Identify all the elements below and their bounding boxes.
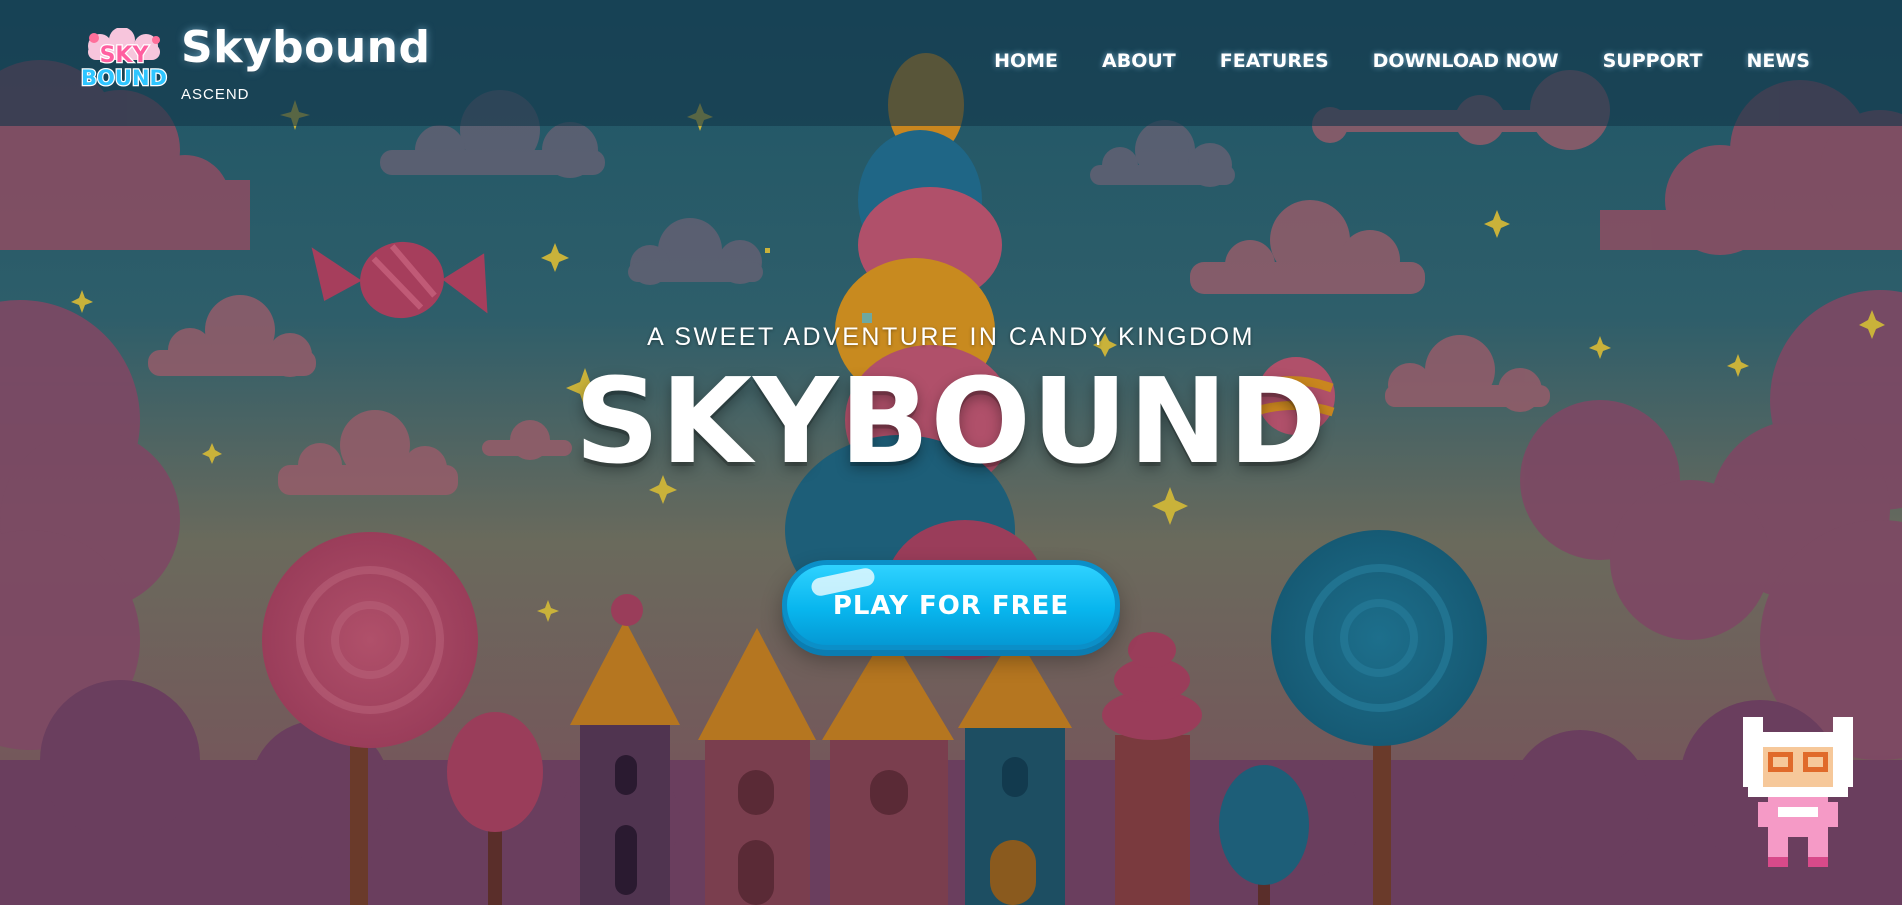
nav-item-about[interactable]: ABOUT [1102,52,1176,71]
nav-item-download-now[interactable]: DOWNLOAD NOW [1373,52,1559,71]
hero-subtitle: A SWEET ADVENTURE IN CANDY KINGDOM [647,323,1255,351]
pixel-astronaut-mascot-icon [1743,717,1853,867]
nav-item-home[interactable]: HOME [994,52,1058,71]
skybound-logo-icon[interactable]: SKY BOUND [78,28,172,96]
play-for-free-button[interactable]: PLAY FOR FREE [782,560,1120,650]
svg-text:BOUND: BOUND [81,66,167,90]
main-navigation: HOME ABOUT FEATURES DOWNLOAD NOW SUPPORT… [994,52,1810,71]
hero-title: SKYBOUND [574,352,1328,490]
site-header: SKY BOUND Skybound ASCEND HOME ABOUT FEA… [0,0,1902,126]
brand-name[interactable]: Skybound [181,26,431,70]
brand-tagline: ASCEND [181,86,250,103]
nav-item-news[interactable]: NEWS [1746,52,1810,71]
nav-item-features[interactable]: FEATURES [1220,52,1329,71]
nav-item-support[interactable]: SUPPORT [1603,52,1703,71]
svg-text:SKY: SKY [100,43,150,68]
play-button-label: PLAY FOR FREE [832,591,1070,621]
